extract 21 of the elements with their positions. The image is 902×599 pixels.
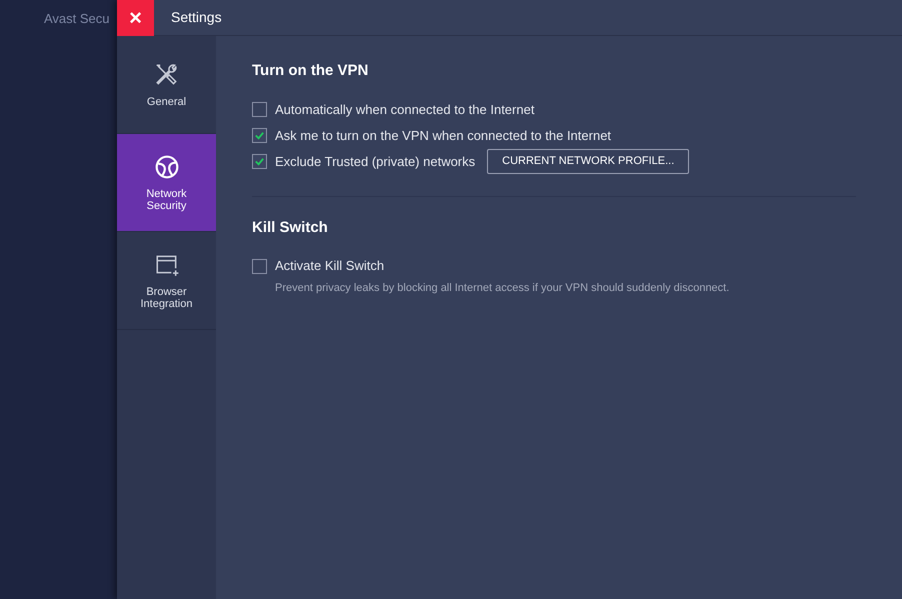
section-heading: Kill Switch (252, 218, 329, 238)
option-label: Exclude Trusted (private) networks (275, 152, 476, 171)
checkbox[interactable] (252, 154, 267, 169)
check-icon (254, 156, 265, 167)
close-button[interactable]: × (117, 0, 154, 36)
tools-icon (154, 62, 180, 88)
check-icon (254, 130, 265, 141)
app-title: Avast Secu (44, 10, 110, 28)
checkbox[interactable] (252, 258, 267, 274)
checkbox[interactable] (252, 102, 267, 117)
option-label: Activate Kill Switch (275, 257, 384, 276)
network-profile-button[interactable]: CURRENT NETWORK PROFILE... (487, 149, 690, 174)
window-title: Settings (171, 8, 222, 27)
globe-icon (154, 154, 180, 180)
option-description: Prevent privacy leaks by blocking all Internet access if your VPN should suddenly disconnect. (275, 281, 730, 296)
section-heading: Turn on the VPN (252, 61, 370, 81)
option-label: Automatically when connected to the Internet (275, 100, 534, 119)
checkbox[interactable] (252, 128, 267, 143)
sidebar-tab[interactable]: Browser Integration (117, 232, 216, 330)
option-label: Ask me to turn on the VPN when connected to the Internet (275, 126, 612, 145)
sidebar-tab[interactable]: Network Security (117, 134, 216, 232)
